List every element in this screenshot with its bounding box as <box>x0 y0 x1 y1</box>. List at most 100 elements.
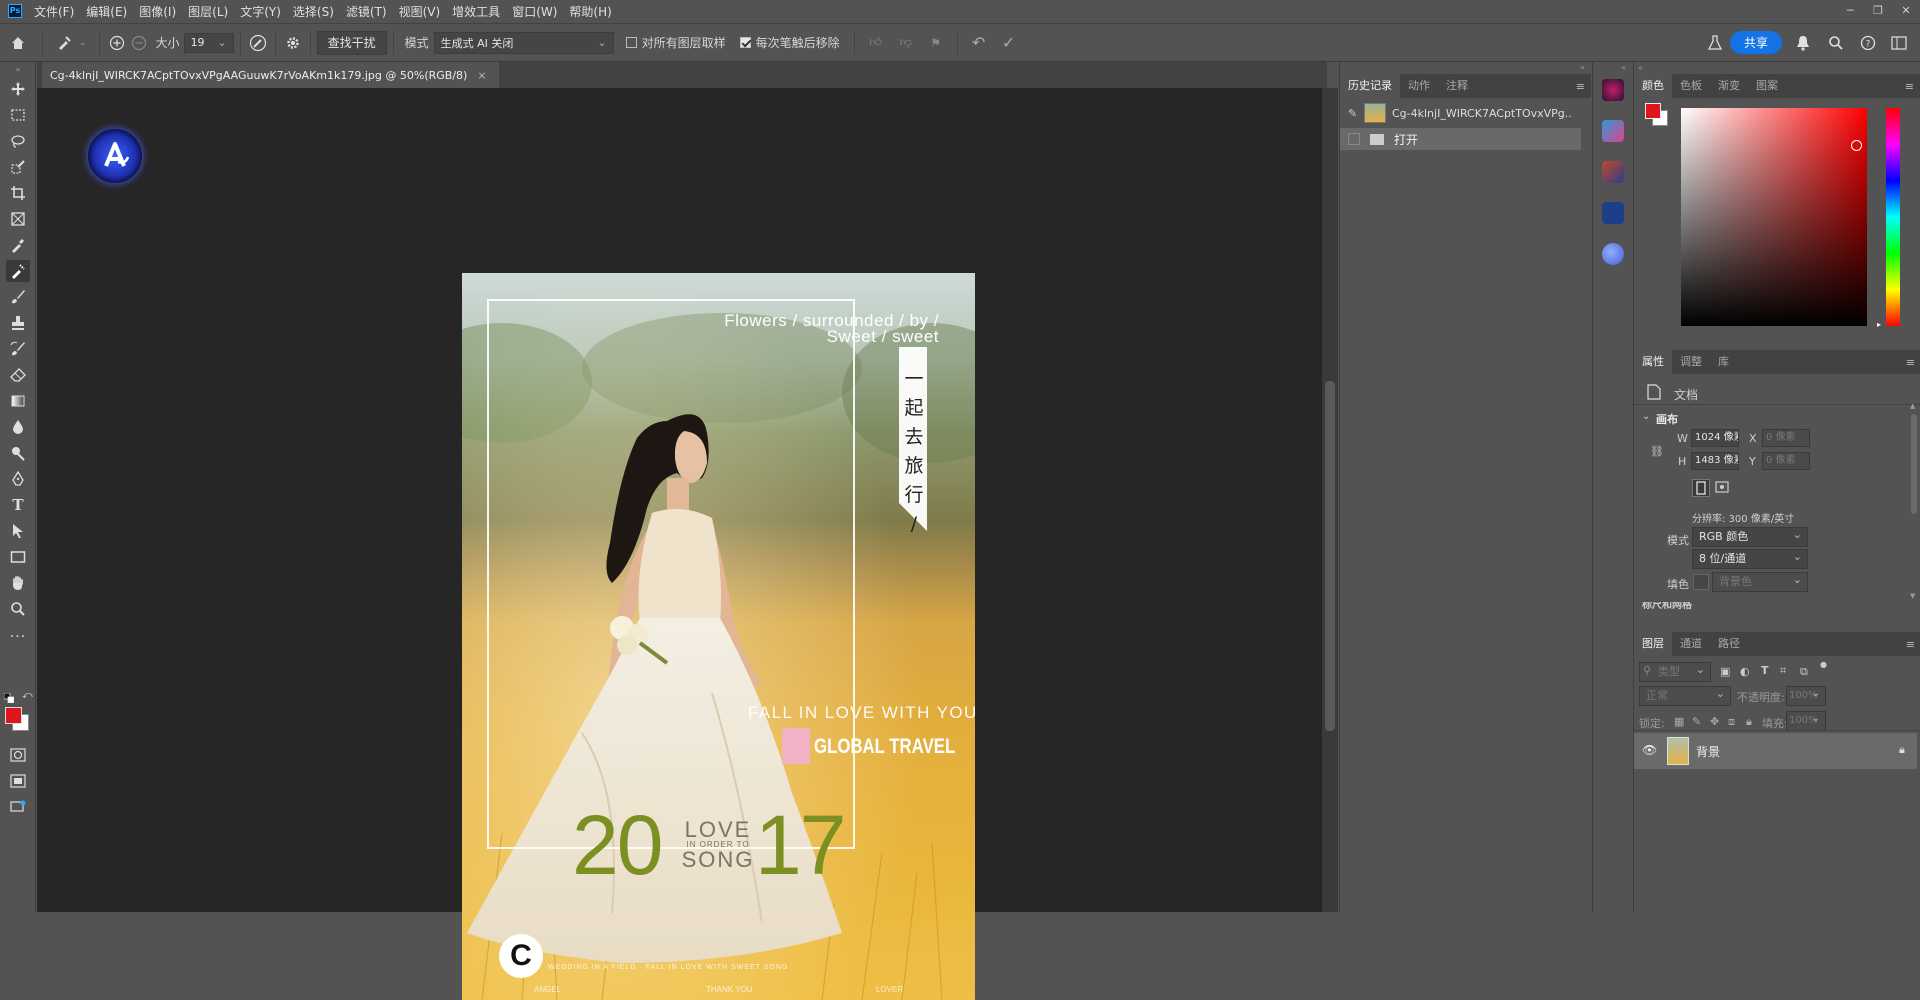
layer-row-background[interactable]: 👁︎ 背景 🔒︎ <box>1634 733 1917 769</box>
search-icon[interactable] <box>1820 35 1852 51</box>
close-icon[interactable]: ✕ <box>1892 0 1920 22</box>
menu-help[interactable]: 帮助(H) <box>563 3 617 20</box>
zoom-tool-icon[interactable] <box>6 598 30 620</box>
panel-menu-icon[interactable]: ≡ <box>1576 80 1585 93</box>
minimize-icon[interactable]: ─ <box>1836 0 1864 22</box>
fill-color-swatch[interactable] <box>1693 574 1709 590</box>
lasso-tool-icon[interactable] <box>6 130 30 152</box>
lock-position-icon[interactable]: ✥ <box>1710 715 1719 728</box>
remove-tool-icon[interactable] <box>6 260 30 282</box>
tab-notes[interactable]: 注释 <box>1438 74 1476 98</box>
mode-dropdown[interactable]: 生成式 AI 关闭 ⌄ <box>433 31 614 54</box>
hand-tool-icon[interactable] <box>6 572 30 594</box>
path-selection-tool-icon[interactable] <box>6 520 30 542</box>
document-image[interactable]: Flowers / surrounded / by / Sweet / swee… <box>462 273 975 1000</box>
frame-tool-icon[interactable] <box>6 208 30 230</box>
tab-layers[interactable]: 图层 <box>1634 632 1672 656</box>
default-colors-icon[interactable] <box>3 692 15 704</box>
brush-size-field[interactable]: 19 ⌄ <box>183 32 234 53</box>
filter-smart-object-icon[interactable]: ⧉ <box>1800 665 1808 679</box>
canvas-width-input[interactable]: 1024 像素 <box>1691 429 1739 447</box>
history-checkbox[interactable] <box>1348 133 1360 145</box>
thumbs-down-icon[interactable]: 👎︎ <box>891 35 921 50</box>
plugin-2-icon[interactable] <box>1602 120 1624 142</box>
object-selection-tool-icon[interactable] <box>6 156 30 178</box>
tab-paths[interactable]: 路径 <box>1710 632 1748 656</box>
blur-tool-icon[interactable] <box>6 416 30 438</box>
clone-stamp-tool-icon[interactable] <box>6 312 30 334</box>
link-dimensions-icon[interactable]: ⛓ <box>1650 445 1664 458</box>
menu-image[interactable]: 图像(I) <box>133 3 182 20</box>
dock-collapse-icon[interactable]: « <box>1634 62 1920 74</box>
layer-fill-input[interactable]: 100% <box>1786 710 1826 731</box>
canvas-height-input[interactable]: 1483 像素 <box>1691 452 1739 470</box>
subtract-from-stroke-icon[interactable] <box>128 35 150 51</box>
filter-type-layer-icon[interactable]: T <box>1761 664 1769 677</box>
strip-collapse-icon[interactable]: « <box>1593 62 1632 74</box>
filter-toggle-icon[interactable]: ● <box>1820 660 1827 669</box>
tab-actions[interactable]: 动作 <box>1400 74 1438 98</box>
screen-mode-icon[interactable] <box>6 770 30 792</box>
color-panel-foreground-swatch[interactable] <box>1645 103 1661 119</box>
menu-plugins[interactable]: 增效工具 <box>446 3 506 20</box>
canvas-y-input[interactable]: 0 像素 <box>1762 452 1810 470</box>
filter-adjustment-layer-icon[interactable]: ◐ <box>1740 665 1750 678</box>
floating-plugin-badge-icon[interactable] <box>88 129 142 183</box>
filter-pixel-layer-icon[interactable]: ▣ <box>1720 665 1730 678</box>
commit-check-icon[interactable]: ✓ <box>994 33 1024 52</box>
menu-file[interactable]: 文件(F) <box>28 3 80 20</box>
tab-libraries[interactable]: 库 <box>1710 350 1737 374</box>
more-tools-icon[interactable]: ··· <box>6 626 30 648</box>
pen-tool-icon[interactable] <box>6 468 30 490</box>
opacity-input[interactable]: 100% <box>1786 685 1826 706</box>
undo-icon[interactable]: ↶ <box>964 33 994 52</box>
remove-tool-preset-icon[interactable] <box>49 35 79 51</box>
properties-scrollbar[interactable]: ▲ ▼ <box>1910 402 1918 600</box>
blend-mode-dropdown[interactable]: 正常 <box>1639 685 1731 706</box>
color-mode-dropdown[interactable]: RGB 颜色 <box>1692 526 1808 547</box>
thumbs-up-icon[interactable]: 👍︎ <box>861 35 891 50</box>
history-snapshot[interactable]: ✎ Cg-4klnjI_WIRCK7ACptTOvxVPg... <box>1340 98 1591 128</box>
menu-layer[interactable]: 图层(L) <box>182 3 234 20</box>
remove-after-checkbox-box[interactable] <box>739 37 751 48</box>
panel-collapse-icon[interactable]: » <box>1340 62 1591 74</box>
menu-select[interactable]: 选择(S) <box>287 3 340 20</box>
eyedropper-tool-icon[interactable] <box>6 234 30 256</box>
tab-channels[interactable]: 通道 <box>1672 632 1710 656</box>
layer-lock-icon[interactable]: 🔒︎ <box>1899 743 1905 757</box>
tab-properties[interactable]: 属性 <box>1634 350 1672 374</box>
history-brush-source-icon[interactable]: ✎ <box>1348 107 1362 120</box>
close-document-icon[interactable]: × <box>477 69 486 82</box>
color-panel-menu-icon[interactable]: ≡ <box>1905 80 1914 93</box>
menu-edit[interactable]: 编辑(E) <box>80 3 133 20</box>
dodge-tool-icon[interactable] <box>6 442 30 464</box>
workspace-icon[interactable] <box>1884 35 1914 50</box>
lock-all-icon[interactable]: 🔒︎ <box>1746 715 1752 729</box>
layers-panel-menu-icon[interactable]: ≡ <box>1906 638 1915 651</box>
canvas-collapse-icon[interactable]: ⌄ <box>1642 411 1650 422</box>
foreground-color-swatch[interactable] <box>5 707 22 724</box>
plugin-3-icon[interactable] <box>1602 161 1624 183</box>
tab-color[interactable]: 颜色 <box>1634 74 1672 98</box>
color-picker-cursor[interactable] <box>1851 140 1862 151</box>
collapse-toolbar-icon[interactable]: » <box>6 64 30 74</box>
tab-gradients[interactable]: 渐变 <box>1710 74 1748 98</box>
gradient-tool-icon[interactable] <box>6 390 30 412</box>
canvas-vertical-scrollbar[interactable] <box>1322 88 1338 912</box>
notification-bell-icon[interactable] <box>1786 35 1820 51</box>
type-tool-icon[interactable]: T <box>6 494 30 516</box>
restore-icon[interactable]: ❐ <box>1864 0 1892 22</box>
quick-mask-icon[interactable] <box>6 744 30 766</box>
landscape-orientation-icon[interactable] <box>1714 479 1732 497</box>
share-screen-icon[interactable] <box>6 796 30 818</box>
lock-artboard-icon[interactable]: ⧈ <box>1728 715 1735 729</box>
canvas-area[interactable]: Flowers / surrounded / by / Sweet / swee… <box>37 88 1322 1000</box>
remove-after-stroke-checkbox[interactable]: 每次笔触后移除 <box>739 34 840 51</box>
eraser-tool-icon[interactable] <box>6 364 30 386</box>
tab-swatches[interactable]: 色板 <box>1672 74 1710 98</box>
filter-shape-layer-icon[interactable]: ⌗ <box>1780 664 1786 678</box>
flag-icon[interactable]: ⚑ <box>921 36 951 50</box>
plugin-4-icon[interactable] <box>1602 202 1624 224</box>
lock-image-pixels-icon[interactable]: ✎ <box>1692 715 1701 728</box>
settings-gear-icon[interactable] <box>282 35 304 51</box>
